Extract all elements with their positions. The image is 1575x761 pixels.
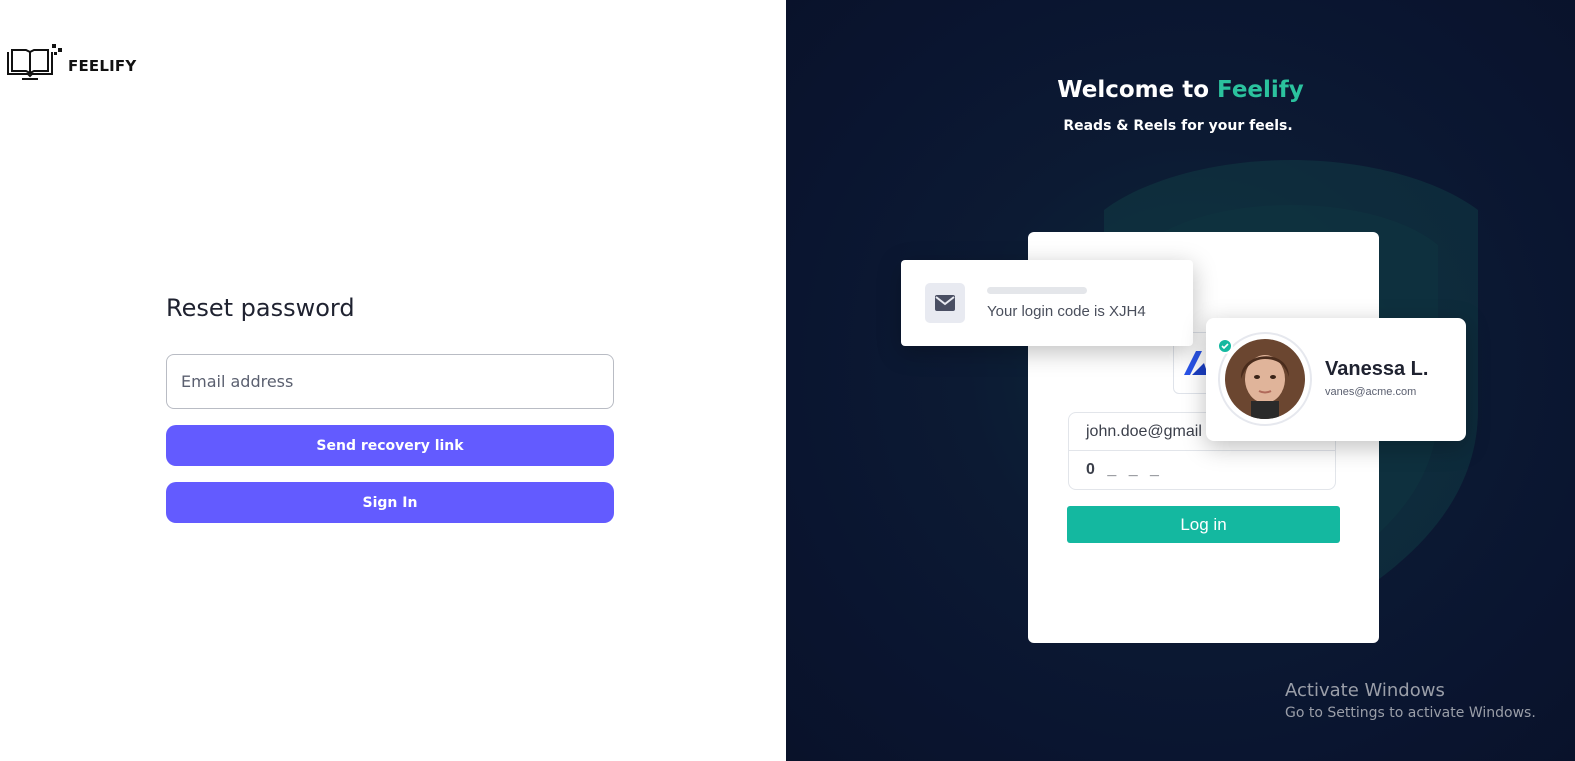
notification-message: Your login code is XJH4 [987, 303, 1146, 320]
welcome-brand: Feelify [1217, 77, 1304, 103]
email-field[interactable] [166, 354, 614, 409]
watermark-title: Activate Windows [1285, 680, 1445, 701]
hero-panel: Welcome to Feelify Reads & Reels for you… [786, 0, 1575, 761]
card-login-button: Log in [1067, 506, 1340, 543]
brand-logo[interactable]: FEELIFY [6, 42, 136, 82]
avatar-portrait-icon [1225, 339, 1305, 419]
envelope-icon [935, 295, 955, 311]
notification-placeholder-bar [987, 287, 1087, 294]
welcome-heading: Welcome to Feelify [786, 77, 1575, 103]
book-logo-icon [7, 44, 62, 80]
reset-panel: FEELIFY Reset password Send recovery lin… [0, 0, 786, 761]
login-code-notification: Your login code is XJH4 [901, 260, 1193, 346]
activate-windows-watermark: Activate Windows Go to Settings to activ… [1285, 680, 1536, 721]
card-code-field: 0 _ _ _ [1068, 450, 1336, 490]
profile-name: Vanessa L. [1325, 358, 1429, 380]
sign-in-button[interactable]: Sign In [166, 482, 614, 523]
profile-email: vanes@acme.com [1325, 386, 1417, 398]
profile-card: Vanessa L. vanes@acme.com [1206, 318, 1466, 441]
page-title: Reset password [166, 294, 355, 322]
verified-check-icon [1217, 338, 1233, 354]
tagline: Reads & Reels for your feels. [1063, 118, 1293, 134]
send-recovery-button[interactable]: Send recovery link [166, 425, 614, 466]
avatar [1225, 339, 1305, 419]
watermark-subtitle: Go to Settings to activate Windows. [1285, 705, 1536, 721]
welcome-prefix: Welcome to [1057, 77, 1218, 103]
envelope-icon-box [925, 283, 965, 323]
brand-name: FEELIFY [68, 57, 137, 75]
